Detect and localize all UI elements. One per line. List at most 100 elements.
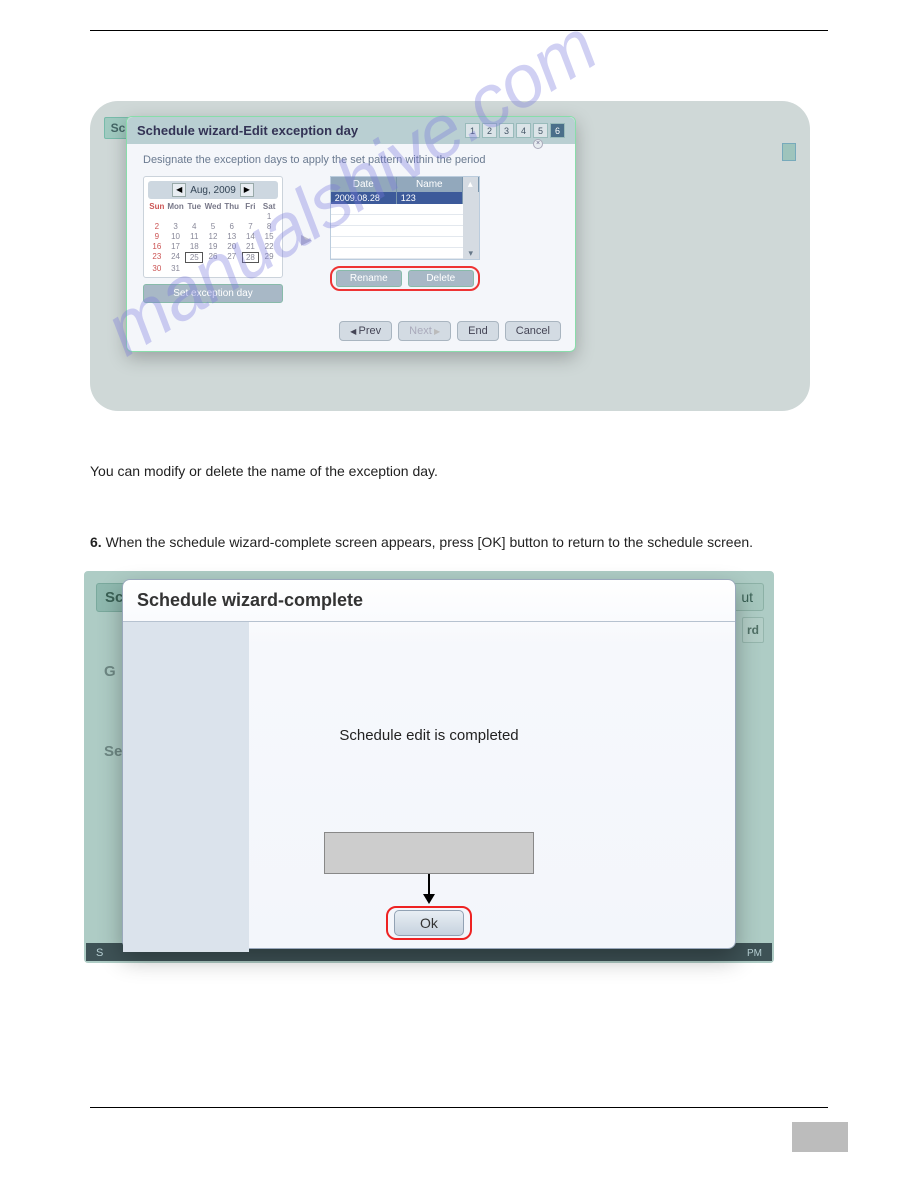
background-app: Sc ut rd G Se S PM Schedule wizard-compl… [84,571,774,963]
cal-day-header: Sun [148,202,166,211]
prev-button[interactable]: Prev [339,321,392,341]
cal-day-cell[interactable]: 4 [185,222,203,231]
cal-day-header: Thu [223,202,241,211]
cal-day-cell[interactable]: 8 [260,222,278,231]
cal-day-cell[interactable]: 25 [185,252,203,263]
dialog2-title: Schedule wizard-complete [123,580,735,622]
cal-day-cell[interactable]: 13 [223,232,241,241]
cal-month-label: Aug, 2009 [190,185,236,196]
status-left: S [96,947,103,959]
cal-day-cell[interactable]: 15 [260,232,278,241]
cancel-button[interactable]: Cancel [505,321,561,341]
cal-day-cell[interactable]: 12 [204,232,222,241]
bg-fragment-g: G [104,663,116,680]
cal-day-cell[interactable]: 7 [242,222,260,231]
step-5[interactable]: 5 [533,123,548,138]
cal-day-cell [242,212,260,221]
cal-day-cell [148,212,166,221]
dialog1-title: Schedule wizard-Edit exception day [137,123,358,138]
cal-day-cell[interactable]: 27 [223,252,241,263]
cal-day-cell[interactable]: 24 [167,252,185,263]
top-rule [90,30,828,31]
cal-day-header: Sat [260,202,278,211]
cal-day-cell [167,212,185,221]
completion-message: Schedule edit is completed [123,727,735,744]
arrow-right-icon: ▶ [301,231,312,248]
cal-day-cell[interactable]: 17 [167,242,185,251]
exception-day-dialog: Schedule wizard-Edit exception day 1 2 3… [126,116,576,352]
cal-day-cell[interactable]: 2 [148,222,166,231]
cal-day-cell[interactable]: 29 [260,252,278,263]
row-name: 123 [397,192,463,204]
cal-day-cell[interactable]: 5 [204,222,222,231]
bottom-rule [90,1107,828,1108]
cal-day-cell[interactable]: 10 [167,232,185,241]
cal-day-cell [223,264,241,273]
calendar-grid[interactable]: SunMonTueWedThuFriSat1234567891011121314… [148,202,278,273]
top-info-panel: Sc Schedule wizard-Edit exception day 1 … [90,101,810,411]
next-button[interactable]: Next [398,321,451,341]
cal-day-cell[interactable]: 26 [204,252,222,263]
arrow-down-icon [428,874,430,902]
cal-day-cell[interactable]: 19 [204,242,222,251]
cal-day-cell[interactable]: 30 [148,264,166,273]
close-icon[interactable]: × [533,139,543,149]
bg-fragment-d [782,143,796,161]
cal-day-cell [185,264,203,273]
cal-day-cell[interactable]: 11 [185,232,203,241]
step-6-num: 6. [90,534,102,550]
table-row[interactable]: 2009.08.28 123 [331,192,463,204]
caption-text: You can modify or delete the name of the… [90,461,828,482]
exception-table: Date Name ▴ 2009.08.28 123 [330,176,480,260]
table-row [331,226,463,237]
table-row [331,215,463,226]
rename-button[interactable]: Rename [336,270,402,287]
cal-day-cell[interactable]: 6 [223,222,241,231]
cal-day-cell[interactable]: 23 [148,252,166,263]
cal-day-cell[interactable]: 9 [148,232,166,241]
row-date: 2009.08.28 [331,192,397,204]
cal-day-cell[interactable]: 3 [167,222,185,231]
cal-day-cell [204,212,222,221]
end-button[interactable]: End [457,321,499,341]
cal-prev-button[interactable]: ◀ [172,183,186,197]
cal-day-cell [242,264,260,273]
cal-day-cell[interactable]: 28 [242,252,260,263]
cal-day-cell[interactable]: 22 [260,242,278,251]
set-exception-day-button[interactable]: Set exception day [143,284,283,303]
cal-day-cell [260,264,278,273]
bg-fragment-se: Se [104,743,122,760]
delete-button[interactable]: Delete [408,270,474,287]
page-number-box [792,1122,848,1152]
cal-day-cell[interactable]: 18 [185,242,203,251]
ok-button[interactable]: Ok [394,910,464,936]
step-6[interactable]: 6 [550,123,565,138]
scroll-up-icon[interactable]: ▴ [463,177,479,192]
calendar: ◀ Aug, 2009 ▶ SunMonTueWedThuFriSat12345… [143,176,283,278]
cal-day-header: Mon [167,202,185,211]
cal-day-header: Wed [204,202,222,211]
table-row [331,237,463,248]
cal-day-cell[interactable]: 21 [242,242,260,251]
cal-next-button[interactable]: ▶ [240,183,254,197]
cal-day-header: Fri [242,202,260,211]
step-2[interactable]: 2 [482,123,497,138]
step-6-text: 6. When the schedule wizard-complete scr… [90,532,828,553]
status-right: PM [747,948,762,959]
col-date: Date [331,177,397,192]
dialog1-instruction: Designate the exception days to apply th… [143,154,559,166]
bg-fragment-rd: rd [742,617,764,643]
scrollbar[interactable]: ▾ [463,192,479,259]
step-4[interactable]: 4 [516,123,531,138]
cal-day-cell[interactable]: 16 [148,242,166,251]
col-name: Name [397,177,463,192]
cal-day-cell[interactable]: 1 [260,212,278,221]
cal-day-cell [185,212,203,221]
step-1[interactable]: 1 [465,123,480,138]
cal-day-cell[interactable]: 31 [167,264,185,273]
wizard-nav: Prev Next End Cancel [127,313,575,351]
step-3[interactable]: 3 [499,123,514,138]
dialog2-side-panel [123,622,249,952]
cal-day-cell[interactable]: 14 [242,232,260,241]
cal-day-cell[interactable]: 20 [223,242,241,251]
